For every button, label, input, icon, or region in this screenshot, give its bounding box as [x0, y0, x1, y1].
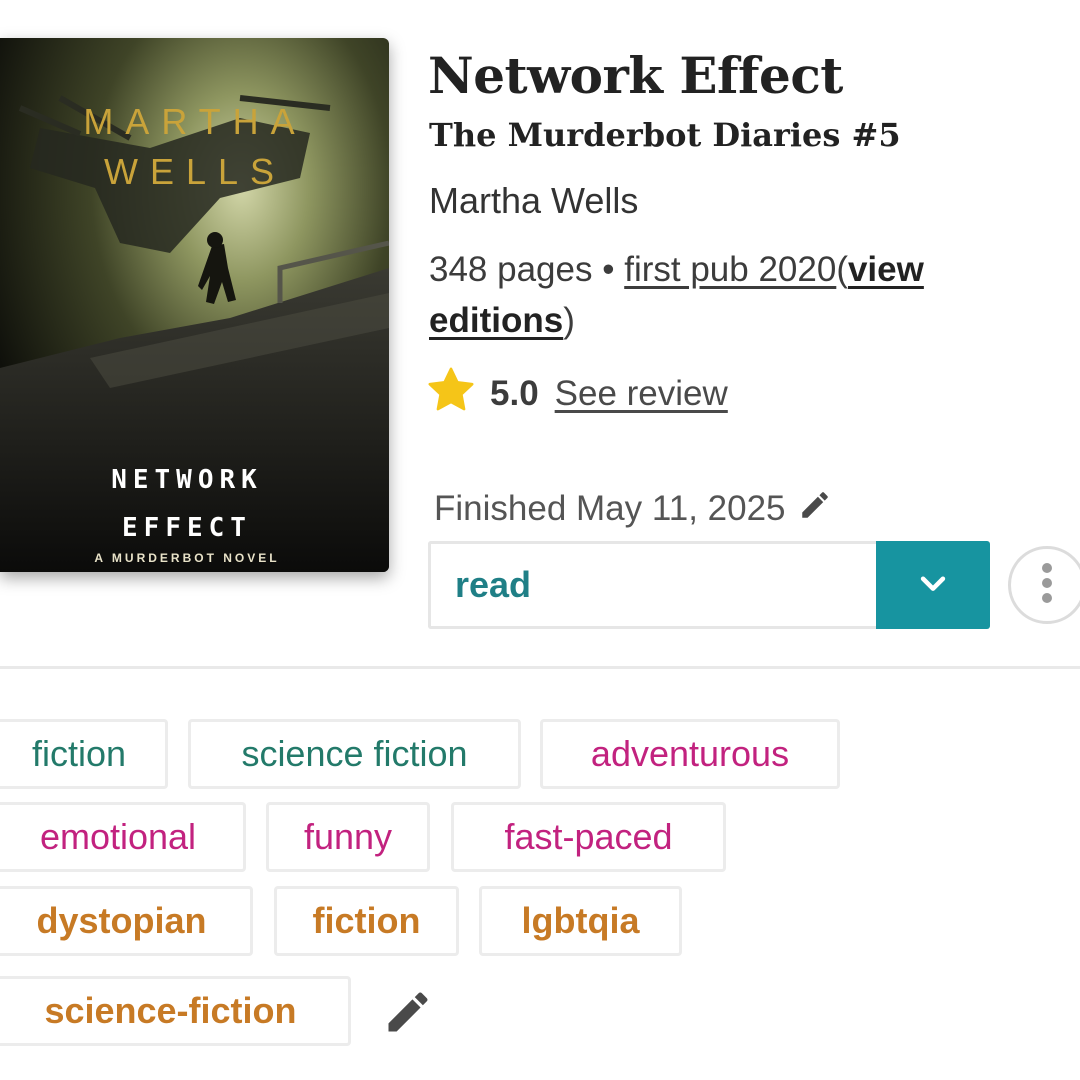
see-review-link[interactable]: See review [555, 374, 728, 414]
vertical-dots-icon [1040, 561, 1054, 610]
mood-tag[interactable]: adventurous [540, 719, 840, 789]
user-tag[interactable]: science-fiction [0, 976, 351, 1046]
paren-close: ) [563, 301, 575, 340]
series-link[interactable]: The Murderbot Diaries #5 [429, 116, 901, 154]
user-tag[interactable]: lgbtqia [479, 886, 682, 956]
cover-author-line-2: WELLS [104, 151, 286, 192]
shelf-dropdown-button[interactable] [876, 541, 990, 629]
book-meta: 348 pages • first pub 2020(view editions) [429, 244, 1074, 346]
mood-tag[interactable]: fast-paced [451, 802, 726, 872]
shelf-dropdown[interactable]: read [428, 541, 990, 629]
shelf-value[interactable]: read [428, 541, 876, 629]
star-icon [426, 365, 476, 424]
user-tag[interactable]: dystopian [0, 886, 253, 956]
first-pub-link[interactable]: first pub 2020 [624, 250, 836, 289]
genre-tag[interactable]: science fiction [188, 719, 521, 789]
chevron-down-icon [916, 566, 950, 605]
cover-title-line-1: NETWORK [111, 465, 263, 495]
pencil-icon[interactable] [798, 488, 832, 531]
finished-date-row: Finished May 11, 2025 [434, 486, 832, 532]
pencil-icon[interactable] [382, 986, 434, 1038]
book-title[interactable]: Network Effect [428, 46, 843, 105]
finished-date: Finished May 11, 2025 [434, 489, 786, 528]
cover-author-line-1: MARTHA [83, 101, 306, 142]
rating-value: 5.0 [490, 374, 539, 413]
mood-tag[interactable]: emotional [0, 802, 246, 872]
view-editions-text-1: view [847, 250, 924, 289]
mood-tag[interactable]: funny [266, 802, 430, 872]
view-editions-text-2: editions [429, 301, 564, 340]
user-tag[interactable]: fiction [274, 886, 459, 956]
genre-tag[interactable]: fiction [0, 719, 168, 789]
cover-tagline: A MURDERBOT NOVEL [94, 551, 279, 565]
meta-separator: • [602, 250, 615, 289]
page-count: 348 pages [429, 250, 593, 289]
more-options-button[interactable] [1008, 546, 1080, 624]
book-cover[interactable]: MARTHA WELLS NETWORK EFFECT A MURDERBOT … [0, 38, 389, 572]
rating-row: 5.0 See review [426, 366, 728, 422]
author-link[interactable]: Martha Wells [429, 180, 638, 222]
paren-open: ( [836, 250, 848, 289]
section-divider [0, 666, 1080, 669]
book-cover-art: MARTHA WELLS NETWORK EFFECT A MURDERBOT … [0, 38, 389, 572]
cover-title-line-2: EFFECT [122, 513, 252, 543]
